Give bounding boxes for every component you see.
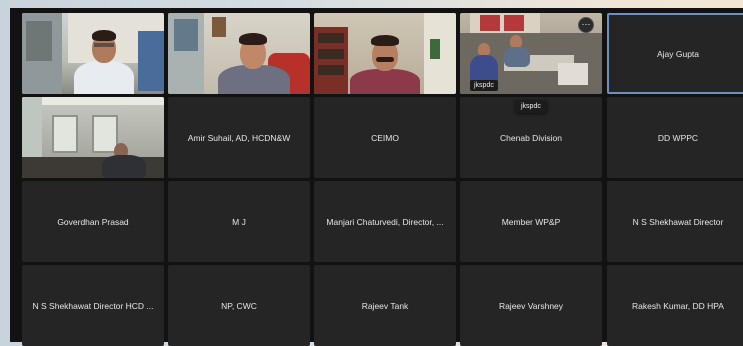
- participant-name: DD WPPC: [657, 132, 699, 143]
- participant-name: Chenab Division: [500, 132, 562, 143]
- participant-tile-video-1[interactable]: [22, 13, 164, 94]
- participant-tile-m-j[interactable]: M J: [168, 181, 310, 262]
- participant-tile-ns-shekhawat-director[interactable]: N S Shekhawat Director: [607, 181, 743, 262]
- participant-name-tag: jkspdc: [470, 80, 498, 91]
- participant-name: Rakesh Kumar, DD HPA: [632, 300, 724, 311]
- participant-name: N S Shekhawat Director HCD ...: [32, 300, 154, 311]
- participant-tile-video-3[interactable]: [314, 13, 456, 94]
- participant-tile-ns-shekhawat-hcd[interactable]: N S Shekhawat Director HCD ...: [22, 265, 164, 346]
- participant-name: N S Shekhawat Director: [632, 216, 724, 227]
- participant-tile-video-4[interactable]: jkspdc ···: [460, 13, 602, 94]
- video-feed: [168, 13, 310, 94]
- participant-tile-rajeev-tank[interactable]: Rajeev Tank: [314, 265, 456, 346]
- participant-name: Ajay Gupta: [656, 48, 700, 59]
- participant-tile-ajay-gupta[interactable]: Ajay Gupta: [607, 13, 743, 94]
- participant-tile-goverdhan-prasad[interactable]: Goverdhan Prasad: [22, 181, 164, 262]
- video-feed: [314, 13, 456, 94]
- participant-tile-amir-suhail[interactable]: Amir Suhail, AD, HCDN&W: [168, 97, 310, 178]
- participant-tile-np-cwc[interactable]: NP, CWC: [168, 265, 310, 346]
- participant-grid: jkspdc ··· Ajay Gupta Amir Suhail, AD, H…: [10, 8, 743, 346]
- participant-name: Rajeev Varshney: [498, 300, 564, 311]
- participant-tile-rajeev-varshney[interactable]: Rajeev Varshney: [460, 265, 602, 346]
- video-feed: [22, 13, 164, 94]
- participant-name: Rajeev Tank: [361, 300, 409, 311]
- participant-tile-video-2[interactable]: [168, 13, 310, 94]
- participant-tile-video-6[interactable]: [22, 97, 164, 178]
- participant-tile-manjari-chaturvedi[interactable]: Manjari Chaturvedi, Director, ...: [314, 181, 456, 262]
- participant-name: NP, CWC: [221, 300, 257, 311]
- participant-tile-ceimo[interactable]: CEIMO: [314, 97, 456, 178]
- hover-tooltip: jkspdc: [515, 100, 547, 113]
- video-feed: [22, 97, 164, 178]
- participant-name: Member WP&P: [501, 216, 561, 227]
- participant-name: Manjari Chaturvedi, Director, ...: [326, 216, 444, 227]
- participant-tile-dd-wppc[interactable]: DD WPPC: [607, 97, 743, 178]
- participant-tile-member-wpp[interactable]: Member WP&P: [460, 181, 602, 262]
- participant-name: Goverdhan Prasad: [57, 216, 129, 227]
- participant-tile-rakesh-kumar[interactable]: Rakesh Kumar, DD HPA: [607, 265, 743, 346]
- participant-name: CEIMO: [371, 132, 399, 143]
- participant-name: M J: [232, 216, 246, 227]
- participant-name: Amir Suhail, AD, HCDN&W: [187, 132, 291, 143]
- ellipsis-icon[interactable]: ···: [578, 17, 594, 33]
- meeting-window: jkspdc ··· Ajay Gupta Amir Suhail, AD, H…: [10, 8, 743, 346]
